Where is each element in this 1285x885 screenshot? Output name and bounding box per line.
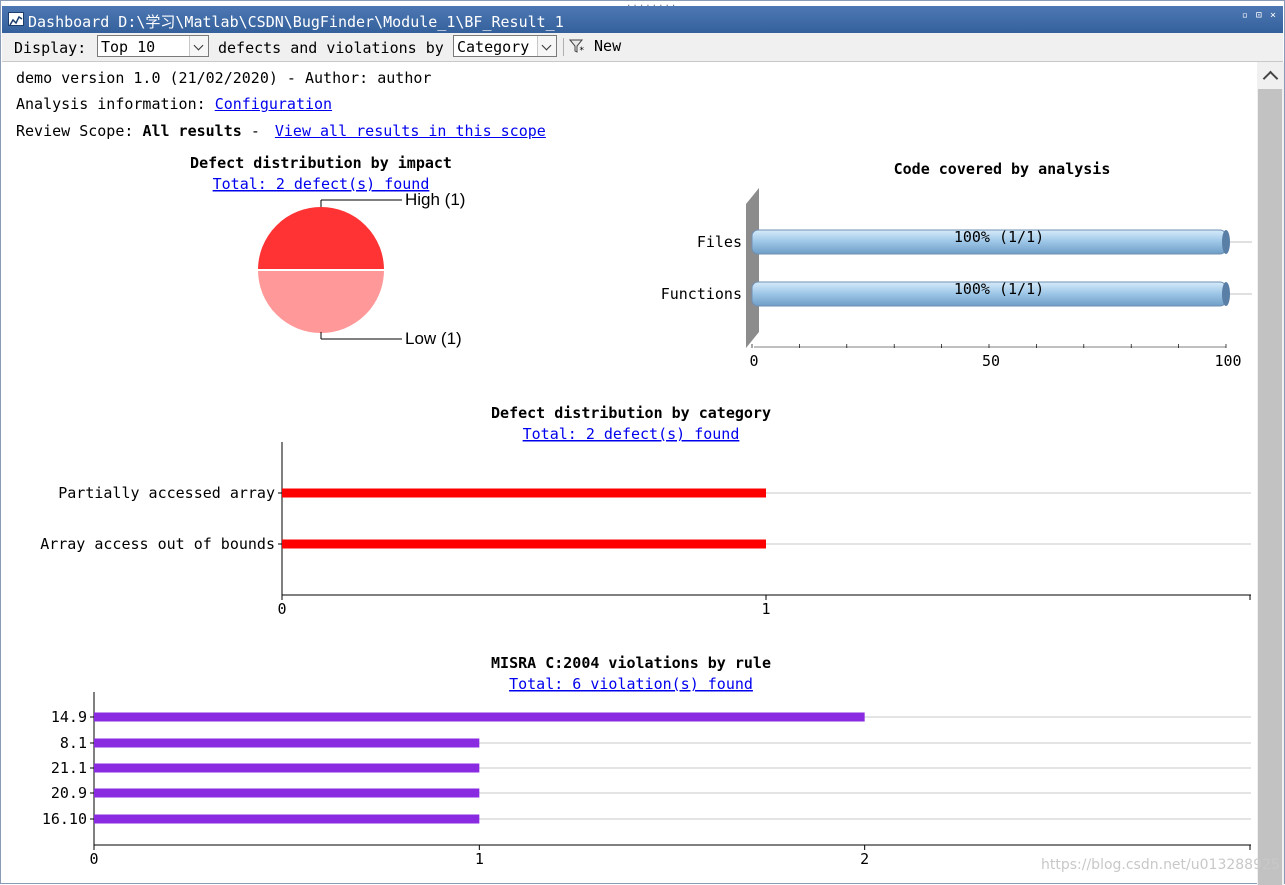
impact-chart-title: Defect distribution by impact — [190, 154, 452, 172]
category-x-tick-label: 0 — [277, 600, 286, 618]
coverage-category-label: Functions — [661, 285, 742, 303]
scroll-up-icon[interactable] — [1257, 62, 1284, 88]
misra-chart-title: MISRA C:2004 violations by rule — [491, 654, 771, 672]
misra-category-label: 16.10 — [42, 810, 87, 828]
toolbar: Display: Top 10 defects and violations b… — [2, 33, 1283, 62]
misra-bar — [94, 814, 480, 824]
misra-total-link[interactable]: Total: 6 violation(s) found — [509, 675, 753, 693]
scrollbar-thumb[interactable] — [1258, 89, 1282, 885]
category-bar-chart: Defect distribution by category Total: 2… — [40, 404, 1251, 618]
misra-category-label: 14.9 — [51, 708, 87, 726]
impact-pie-chart: Defect distribution by impact Total: 2 d… — [190, 154, 465, 348]
misra-bar-chart: MISRA C:2004 violations by rule Total: 6… — [42, 654, 1251, 868]
misra-bar — [94, 712, 865, 722]
groupby-select[interactable]: Category — [453, 35, 557, 57]
coverage-category-label: Files — [697, 233, 742, 251]
coverage-bar-chart: Code covered by analysis Files 100% (1/1)… — [661, 160, 1252, 370]
watermark: https://blog.csdn.net/u013288925 — [1041, 857, 1280, 873]
coverage-bar-cap — [1222, 230, 1230, 254]
pie-slice — [255, 269, 387, 335]
display-select[interactable]: Top 10 — [97, 35, 209, 57]
coverage-tick-label: 0 — [749, 352, 758, 370]
category-category-label: Partially accessed array — [58, 484, 275, 502]
misra-x-tick-label: 0 — [89, 850, 98, 868]
category-bar — [282, 488, 766, 498]
pie-label-low: Low (1) — [405, 329, 462, 348]
pie-slice — [255, 205, 387, 271]
window-title: Dashboard D:\学习\Matlab\CSDN\BugFinder\Mo… — [28, 13, 564, 31]
category-bar — [282, 539, 766, 549]
title-bar: Dashboard D:\学习\Matlab\CSDN\BugFinder\Mo… — [2, 6, 1283, 33]
misra-category-label: 20.9 — [51, 784, 87, 802]
misra-bar — [94, 738, 480, 748]
coverage-data-label: 100% (1/1) — [954, 280, 1044, 298]
dashboard-icon — [8, 12, 24, 26]
vertical-scrollbar[interactable] — [1257, 62, 1284, 885]
dashboard-window: ........ Dashboard D:\学习\Matlab\CSDN\Bug… — [0, 0, 1285, 885]
defects-violations-label: defects and violations by — [218, 39, 444, 57]
chevron-down-icon[interactable] — [189, 36, 208, 56]
groupby-select-value: Category — [457, 38, 530, 56]
misra-category-label: 21.1 — [51, 759, 87, 777]
display-select-value: Top 10 — [101, 38, 156, 56]
display-label: Display: — [14, 39, 87, 57]
new-button-label: New — [594, 37, 622, 55]
svg-text:*: * — [579, 46, 584, 54]
charts-area: Defect distribution by impact Total: 2 d… — [40, 154, 1252, 868]
misra-x-tick-label: 1 — [475, 850, 484, 868]
coverage-axis-wall — [746, 188, 759, 348]
misra-bar — [94, 788, 480, 798]
pie-label-high: High (1) — [405, 190, 465, 209]
category-x-tick-label: 1 — [761, 600, 770, 618]
chevron-down-icon[interactable] — [537, 36, 556, 56]
new-filter-button[interactable]: * New — [568, 37, 622, 57]
coverage-tick-label: 50 — [982, 352, 1000, 370]
coverage-bar-cap — [1222, 282, 1230, 306]
misra-x-tick-label: 2 — [860, 850, 869, 868]
misra-category-label: 8.1 — [60, 734, 87, 752]
category-total-link[interactable]: Total: 2 defect(s) found — [523, 425, 740, 443]
misra-bar — [94, 763, 480, 773]
window-controls[interactable]: ▫ ⊡ × — [1242, 10, 1277, 21]
filter-icon: * — [568, 39, 584, 56]
impact-total-link[interactable]: Total: 2 defect(s) found — [213, 175, 430, 193]
category-chart-title: Defect distribution by category — [491, 404, 771, 422]
coverage-tick-label: 100 — [1214, 352, 1241, 370]
toolbar-separator — [563, 38, 564, 56]
category-category-label: Array access out of bounds — [40, 535, 275, 553]
coverage-chart-title: Code covered by analysis — [894, 160, 1111, 178]
coverage-data-label: 100% (1/1) — [954, 228, 1044, 246]
